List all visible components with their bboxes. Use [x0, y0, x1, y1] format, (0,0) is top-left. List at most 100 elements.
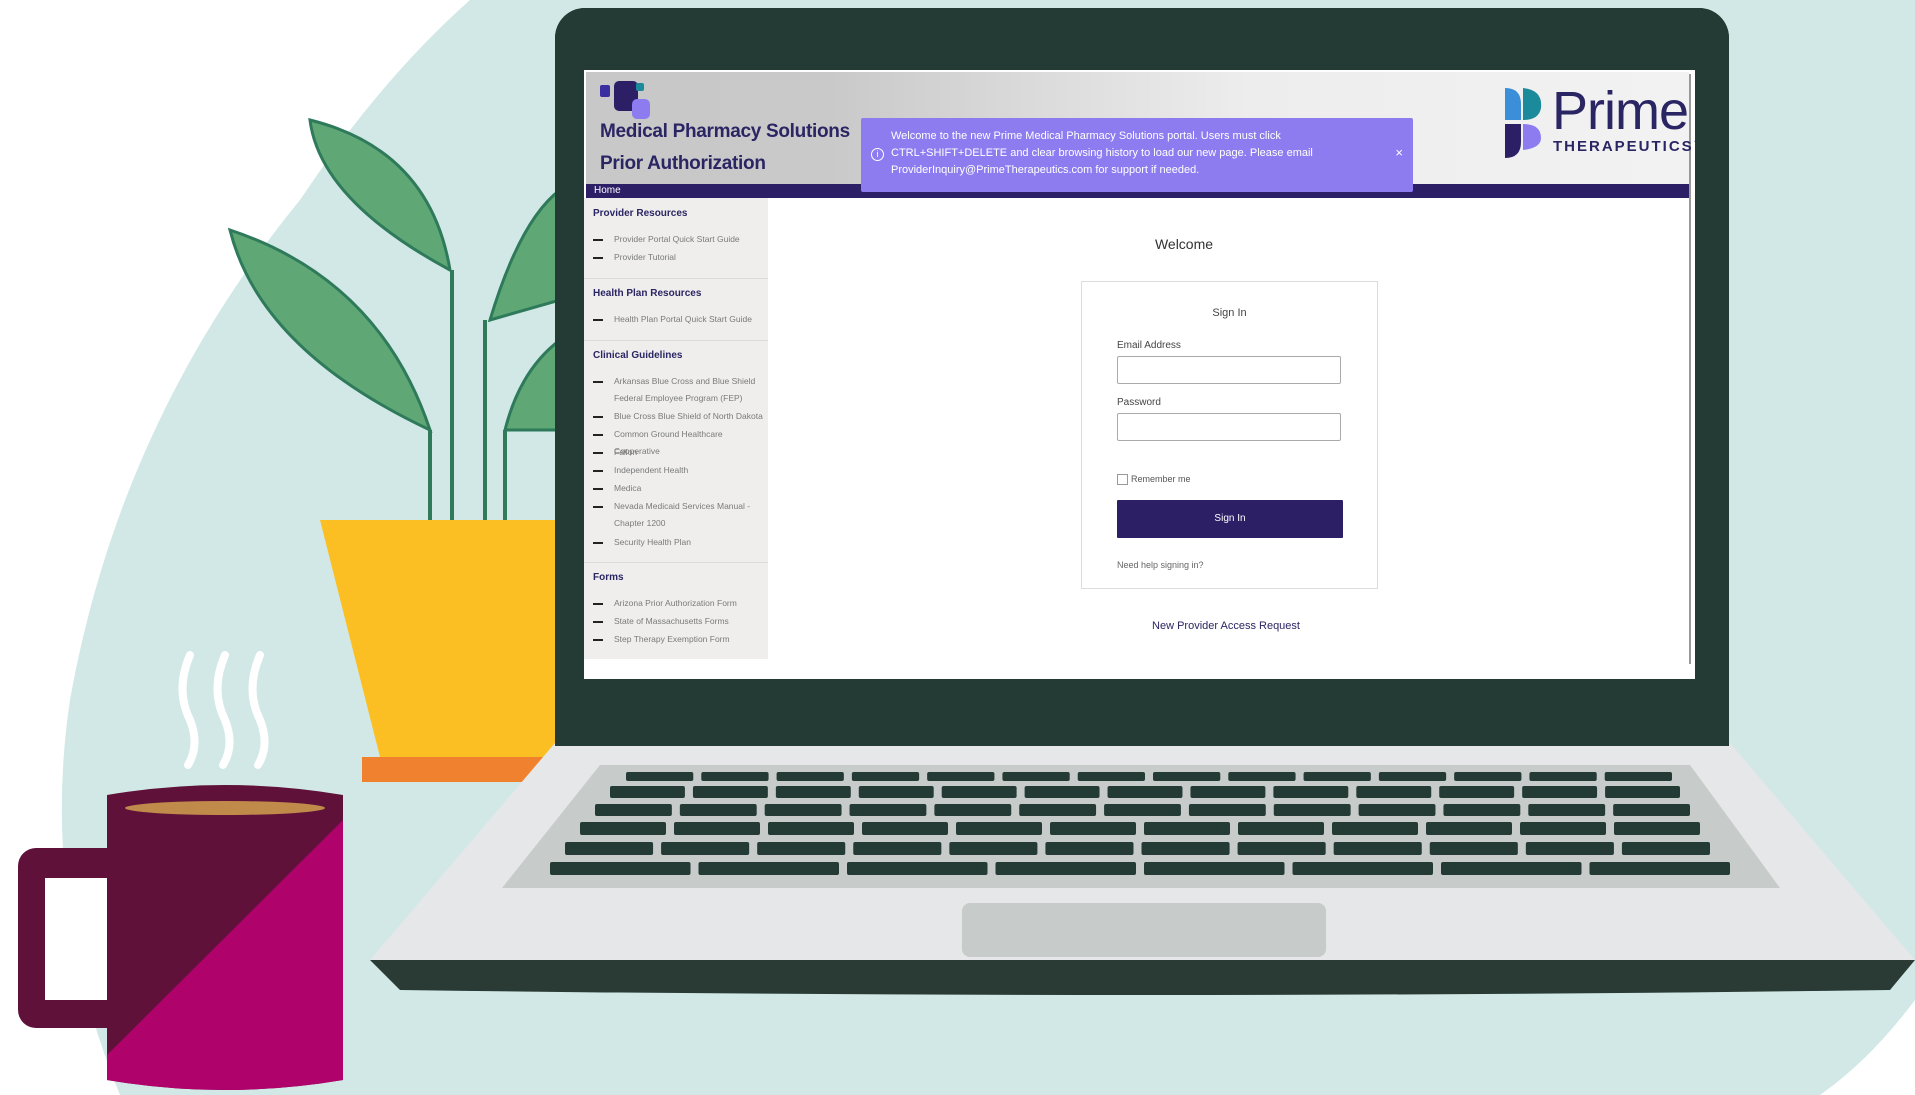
- keyboard-key: [1589, 862, 1730, 875]
- email-field[interactable]: [1117, 356, 1341, 384]
- keyboard-key: [1104, 804, 1181, 816]
- welcome-heading: Welcome: [1154, 236, 1214, 252]
- sidebar-link-label[interactable]: Arizona Prior Authorization Form: [614, 595, 764, 612]
- keyboard-key: [565, 842, 654, 855]
- portal-subtitle: Prior Authorization: [600, 153, 766, 174]
- keyboard-key: [1144, 862, 1285, 875]
- keyboard-key: [757, 842, 846, 855]
- sidebar-link-label[interactable]: Arkansas Blue Cross and Blue Shield Fede…: [614, 373, 764, 407]
- keyboard-key: [1614, 822, 1700, 835]
- keyboard-key: [1439, 786, 1515, 798]
- keyboard-key: [626, 772, 694, 781]
- keyboard-key: [1019, 804, 1097, 816]
- keyboard-key: [1333, 842, 1422, 855]
- keyboard-key: [1273, 804, 1351, 816]
- portal-title: Medical Pharmacy Solutions: [600, 121, 850, 142]
- keyboard-key: [1228, 772, 1296, 781]
- keyboard-key: [1441, 862, 1582, 875]
- keyboard-key: [674, 822, 760, 835]
- sidebar-link-label[interactable]: Independent Health: [614, 462, 764, 479]
- sidebar-link-label[interactable]: Step Therapy Exemption Form: [614, 631, 764, 648]
- keyboard-key: [1153, 772, 1221, 781]
- new-provider-access-link[interactable]: New Provider Access Request: [1152, 620, 1300, 632]
- keyboard-key: [1273, 786, 1349, 798]
- password-field[interactable]: [1117, 413, 1341, 441]
- keyboard-key: [1605, 786, 1680, 798]
- sidebar-link-label[interactable]: Provider Tutorial: [614, 249, 764, 266]
- keyboard-key: [1378, 772, 1447, 781]
- keyboard-key: [1613, 804, 1690, 816]
- keyboard-key: [1429, 842, 1518, 855]
- keyboard-key: [858, 786, 934, 798]
- keyboard-key: [995, 862, 1136, 875]
- keyboard-key: [580, 822, 666, 835]
- signin-card: Sign In Email Address Password Remember …: [1081, 281, 1378, 589]
- keyboard-key: [661, 842, 750, 855]
- keyboard-key: [934, 804, 1012, 816]
- laptop-screen: Medical Pharmacy Solutions Prior Authori…: [584, 70, 1695, 679]
- keyboard-key: [849, 804, 927, 816]
- scrollbar[interactable]: [1689, 74, 1691, 664]
- keyboard-key: [1454, 772, 1522, 781]
- keyboard-key: [764, 804, 842, 816]
- keyboard-key: [862, 822, 948, 835]
- close-icon[interactable]: ×: [1395, 145, 1403, 160]
- keyboard-key: [927, 772, 995, 781]
- sidebar-link-label[interactable]: State of Massachusetts Forms: [614, 613, 764, 630]
- keyboard-key: [1356, 786, 1432, 798]
- sidebar-link-label[interactable]: Blue Cross Blue Shield of North Dakota: [614, 408, 764, 425]
- sidebar-link-label[interactable]: Provider Portal Quick Start Guide: [614, 231, 764, 248]
- keyboard-key: [775, 786, 851, 798]
- keyboard-key: [1604, 772, 1672, 781]
- keyboard-key: [1050, 822, 1136, 835]
- prime-mark-icon: [1505, 88, 1542, 158]
- keyboard-key: [1525, 842, 1614, 855]
- nav-home-link[interactable]: Home: [594, 184, 621, 198]
- sidebar-link-label[interactable]: Security Health Plan: [614, 534, 764, 551]
- password-label: Password: [1117, 397, 1161, 408]
- sidebar-link-label[interactable]: Nevada Medicaid Services Manual - Chapte…: [614, 498, 764, 532]
- sign-in-button[interactable]: Sign In: [1117, 500, 1343, 538]
- sidebar-link-label[interactable]: Fallon: [614, 444, 764, 461]
- keyboard-key: [768, 822, 854, 835]
- keyboard-key: [1045, 842, 1134, 855]
- help-signin-link[interactable]: Need help signing in?: [1117, 560, 1204, 570]
- keyboard-key: [1529, 772, 1597, 781]
- keyboard-key: [1358, 804, 1436, 816]
- sidebar-link-label[interactable]: Medica: [614, 480, 764, 497]
- keyboard-key: [698, 862, 839, 875]
- keyboard-key: [853, 842, 942, 855]
- sidebar-heading-health-plan-resources: Health Plan Resources: [593, 288, 702, 299]
- keyboard-key: [851, 772, 920, 781]
- keyboard-key: [1077, 772, 1145, 781]
- keyboard-key: [595, 804, 672, 816]
- keyboard-key: [679, 804, 757, 816]
- remember-me-checkbox[interactable]: [1117, 474, 1128, 485]
- keyboard-key: [1292, 862, 1433, 875]
- keyboard-key: [1188, 804, 1266, 816]
- keyboard-key: [1443, 804, 1521, 816]
- sidebar-link-label[interactable]: Health Plan Portal Quick Start Guide: [614, 311, 764, 328]
- keyboard-key: [1528, 804, 1606, 816]
- banner-text: Welcome to the new Prime Medical Pharmac…: [891, 130, 1313, 176]
- keyboard-key: [692, 786, 768, 798]
- keyboard-key: [1237, 842, 1326, 855]
- sidebar: Provider Resources Provider Portal Quick…: [584, 198, 768, 659]
- keyboard-key: [1520, 822, 1606, 835]
- keyboard-key: [1238, 822, 1324, 835]
- keyboard-key: [1107, 786, 1183, 798]
- keyboard-key: [1303, 772, 1371, 781]
- keyboard-key: [1332, 822, 1418, 835]
- remember-me-label[interactable]: Remember me: [1131, 474, 1191, 484]
- brand-subname: THERAPEUTICS™: [1553, 138, 1695, 155]
- keyboard-key: [776, 772, 844, 781]
- keyboard-key: [701, 772, 769, 781]
- portal-logo-icon: [600, 81, 650, 119]
- keyboard-key: [1426, 822, 1512, 835]
- keyboard-key: [550, 862, 691, 875]
- signin-title: Sign In: [1212, 307, 1247, 319]
- keyboard-key: [1522, 786, 1598, 798]
- brand-name: Prime: [1552, 81, 1689, 141]
- keyboard-key: [949, 842, 1038, 855]
- keyboard-key: [1144, 822, 1230, 835]
